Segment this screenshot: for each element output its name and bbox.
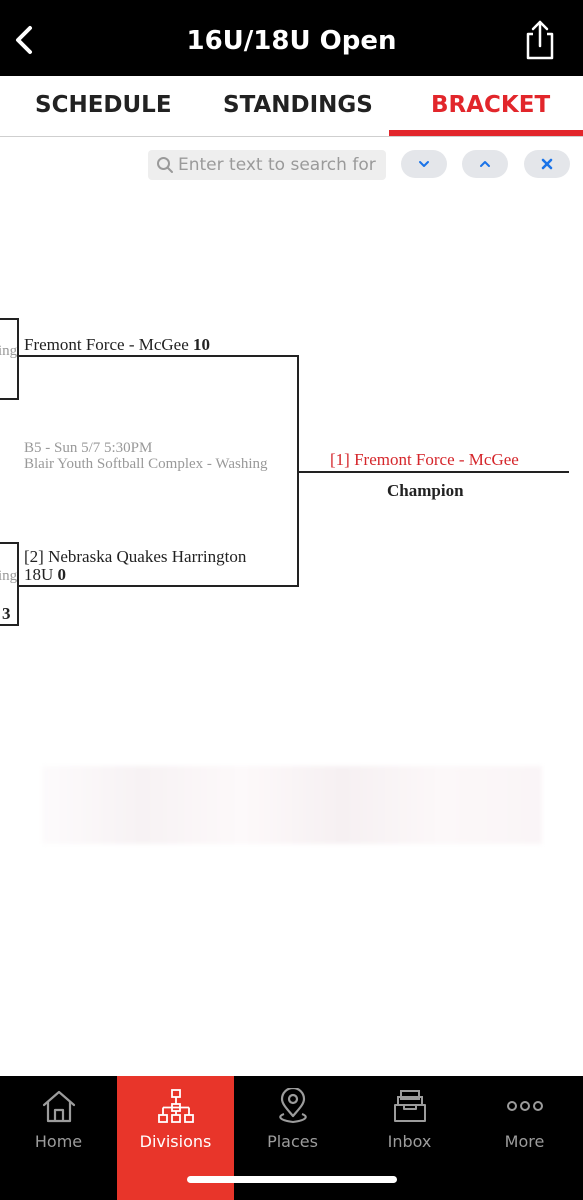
map-pin-icon	[278, 1088, 307, 1124]
inbox-icon	[393, 1090, 426, 1122]
bracket-line	[17, 318, 19, 400]
team-2-score: 0	[57, 565, 67, 584]
team-1-name: Fremont Force - McGee	[24, 335, 189, 354]
champion-team[interactable]: [1] Fremont Force - McGee	[330, 450, 519, 470]
team-2-name-line1[interactable]: [2] Nebraska Quakes Harrington	[24, 547, 246, 567]
nav-home[interactable]: Home	[0, 1076, 117, 1200]
search-previous-button[interactable]	[462, 150, 508, 178]
active-tab-indicator	[389, 130, 583, 136]
bracket-line	[17, 355, 299, 357]
search-clear-button[interactable]	[524, 150, 570, 178]
divisions-icon	[157, 1089, 194, 1123]
home-icon	[42, 1090, 75, 1123]
more-icon	[506, 1101, 543, 1111]
bracket-line	[17, 542, 19, 626]
search-box	[148, 150, 386, 180]
game-info-time[interactable]: B5 - Sun 5/7 5:30PM	[24, 440, 152, 457]
nav-more-label: More	[504, 1132, 545, 1151]
previous-game-location: ing	[0, 343, 17, 359]
close-icon	[541, 158, 553, 170]
bracket-line	[299, 471, 569, 473]
faded-banner	[42, 766, 542, 844]
chevron-down-icon	[419, 161, 429, 167]
nav-divisions-label: Divisions	[139, 1132, 212, 1151]
page-title: 16U/18U Open	[186, 26, 397, 56]
share-icon	[526, 20, 554, 60]
tab-schedule[interactable]: SCHEDULE	[35, 92, 172, 118]
nav-inbox-label: Inbox	[387, 1132, 432, 1151]
tab-bracket[interactable]: BRACKET	[431, 92, 550, 118]
tab-standings[interactable]: STANDINGS	[223, 92, 373, 118]
game-info-location[interactable]: Blair Youth Softball Complex - Washing	[24, 456, 297, 473]
nav-home-label: Home	[34, 1132, 83, 1151]
team-2[interactable]: 18U 0	[24, 565, 66, 585]
search-input[interactable]	[178, 150, 382, 180]
tab-bar: SCHEDULE STANDINGS BRACKET	[0, 76, 583, 137]
bracket-line	[17, 585, 299, 587]
team-1[interactable]: Fremont Force - McGee 10	[24, 335, 210, 355]
team-2-name-line2: 18U	[24, 565, 54, 584]
share-button[interactable]	[523, 18, 557, 62]
team-1-score: 10	[193, 335, 211, 354]
bracket-line	[0, 624, 19, 626]
nav-more[interactable]: More	[466, 1076, 583, 1200]
chevron-up-icon	[480, 161, 490, 167]
previous-game-score: 3	[2, 604, 11, 623]
champion-label: Champion	[387, 481, 464, 500]
bracket-line	[0, 398, 19, 400]
app-header: 16U/18U Open	[0, 0, 583, 76]
previous-game-location: ing	[0, 568, 17, 584]
search-icon	[157, 157, 173, 173]
home-indicator	[187, 1176, 397, 1183]
search-next-button[interactable]	[401, 150, 447, 178]
nav-places-label: Places	[267, 1132, 318, 1151]
